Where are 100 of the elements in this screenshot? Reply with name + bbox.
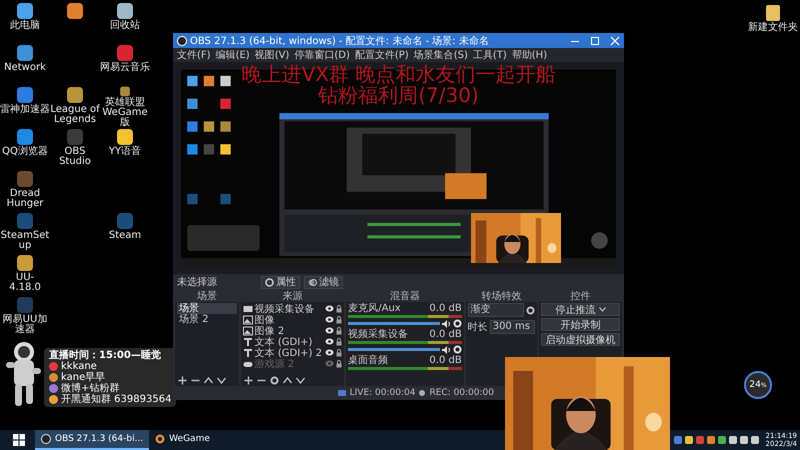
menu-item[interactable]: 停靠窗口(D) (294, 48, 350, 62)
wegame-icon (155, 434, 166, 444)
source-item[interactable]: 文本 (GDI+) (254, 334, 324, 348)
caret-icon (598, 307, 606, 312)
icon-label: 回收站 (110, 21, 140, 31)
icon-label: 英雄联盟 WeGame版 (101, 98, 149, 128)
toolbar-button[interactable]: 属性 (261, 276, 300, 288)
field-label: 时长 (468, 320, 488, 334)
volume-slider[interactable] (348, 322, 440, 325)
menu-item[interactable]: 帮助(H) (512, 48, 548, 62)
control-button[interactable]: 开始录制 (541, 318, 620, 331)
panel-title: 场景 (196, 290, 217, 302)
record-time: REC: 00:00:00 (429, 388, 494, 398)
lock-icon[interactable] (336, 304, 342, 312)
lock-icon[interactable] (336, 338, 342, 346)
eye-icon[interactable] (325, 349, 334, 356)
overlay-text: 钻粉福利周(7/30) (318, 85, 479, 106)
menu-item[interactable]: 配置文件(P) (354, 48, 409, 62)
plus-icon[interactable] (178, 376, 187, 385)
obs-logo-icon (41, 434, 51, 444)
obs-logo-icon (177, 36, 187, 46)
control-button[interactable]: 启动虚拟摄像机 (541, 333, 620, 346)
panel-title: 来源 (282, 290, 302, 303)
icon-label: 网易云音乐 (100, 63, 150, 73)
windows-logo-icon[interactable] (13, 434, 25, 446)
image-icon (242, 314, 253, 324)
menu-item[interactable]: 视图(V) (254, 48, 290, 62)
folder-icon[interactable] (764, 4, 782, 22)
app-icon[interactable] (116, 2, 134, 20)
overlay-text: kkkane (61, 361, 97, 372)
camera-icon (242, 304, 253, 314)
stream-time: LIVE: 00:00:04 (350, 388, 416, 398)
overlay-text: 直播时间：15:00—睡觉 (49, 350, 161, 361)
usage-value: 24 (749, 380, 761, 390)
eye-icon[interactable] (325, 327, 334, 334)
db-reading: 0.0 dB (429, 355, 462, 366)
source-item[interactable]: 图像 2 (254, 324, 324, 338)
up-icon[interactable] (282, 376, 292, 385)
maximize-icon[interactable] (590, 36, 600, 46)
channel-name: 麦克风/Aux (348, 303, 401, 314)
lock-icon[interactable] (336, 316, 342, 324)
live-icon (338, 390, 346, 396)
gear-icon[interactable] (452, 345, 462, 354)
down-icon[interactable] (217, 376, 226, 385)
lock-icon[interactable] (336, 348, 342, 356)
taskbar-item[interactable]: OBS 27.1.3 (64-bi... (35, 430, 150, 450)
app-icon[interactable] (66, 2, 84, 20)
taskbar-item[interactable]: WeGame (149, 430, 230, 450)
icon-label: YY语音 (108, 147, 142, 157)
source-item[interactable]: 文本 (GDI+) 2 (254, 346, 324, 360)
menu-item[interactable]: 工具(T) (472, 48, 507, 62)
eye-icon[interactable] (325, 305, 334, 312)
icon-label: League of Legends (50, 105, 100, 125)
gear-icon[interactable] (270, 376, 279, 385)
toolbar-button[interactable]: 滤镜 (304, 276, 343, 288)
stream-select[interactable]: 停止推流 (541, 303, 620, 316)
transition-select[interactable]: 渐变 (468, 303, 524, 317)
app-icon[interactable] (116, 128, 134, 146)
image-icon (242, 326, 253, 336)
close-icon[interactable] (610, 36, 620, 46)
duration-field[interactable]: 300 ms (490, 320, 536, 334)
app-icon[interactable] (16, 2, 34, 20)
menu-item[interactable]: 编辑(E) (216, 48, 250, 62)
text-icon (242, 348, 253, 358)
icon-label: 新建文件夹 (748, 23, 798, 33)
panel-title: 混音器 (390, 290, 420, 303)
icon-label: 此电脑 (10, 21, 40, 31)
icon-label: Network (4, 63, 46, 73)
gear-icon[interactable] (526, 306, 536, 314)
plus-icon[interactable] (244, 376, 253, 385)
overlay-text: 开黑通知群 639893564 (61, 394, 172, 405)
channel-name: 视频采集设备 (348, 329, 408, 340)
channel-name: 桌面音频 (348, 355, 388, 366)
eye-icon[interactable] (325, 316, 334, 323)
scene-item[interactable]: 场景 2 (177, 314, 237, 325)
overlay-text: 微博+钻粉群 (61, 383, 120, 394)
up-icon[interactable] (204, 376, 213, 385)
volume-slider[interactable] (348, 348, 440, 351)
scene-item[interactable]: 场景 (177, 303, 237, 314)
gear-icon[interactable] (452, 319, 462, 328)
source-item[interactable]: 图像 (254, 312, 324, 326)
record-icon (419, 390, 426, 396)
app-icon[interactable] (16, 44, 34, 62)
eye-icon[interactable] (325, 338, 334, 345)
app-icon[interactable] (16, 128, 34, 146)
menu-item[interactable]: 文件(F) (177, 48, 211, 62)
app-icon[interactable] (16, 86, 34, 104)
source-item[interactable]: 视频采集设备 (254, 302, 324, 316)
db-reading: 0.0 dB (429, 303, 462, 314)
down-icon[interactable] (296, 376, 305, 385)
speaker-icon[interactable] (442, 320, 451, 328)
icon-label: SteamSetup (0, 231, 50, 251)
app-icon[interactable] (66, 86, 84, 104)
speaker-icon[interactable] (442, 346, 451, 354)
window-title: OBS 27.1.3 (64-bit, windows) - 配置文件: 未命名 - 场景: 未命名 (190, 34, 489, 48)
lock-icon[interactable] (336, 360, 342, 368)
app-icon[interactable] (16, 254, 34, 272)
panel-title: 转场特效 (482, 290, 522, 303)
lock-icon[interactable] (336, 326, 342, 334)
menu-item[interactable]: 场景集合(S) (414, 48, 468, 62)
